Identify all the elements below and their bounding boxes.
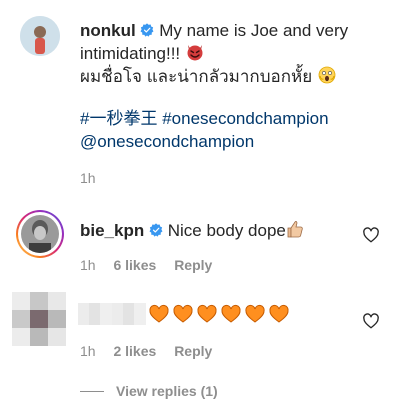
verified-badge-icon [140, 23, 154, 37]
comment-2-reply-button[interactable]: Reply [174, 343, 212, 359]
thumbs-up-emoji [287, 221, 303, 238]
comment-2-text [148, 304, 290, 324]
comment-2-username-blurred[interactable] [78, 303, 146, 325]
comment-1-reply-button[interactable]: Reply [174, 257, 212, 273]
orange-heart-emoji [149, 304, 289, 323]
hashtags-line: #一秒拳王 #onesecondchampion [80, 108, 400, 130]
caption-line-3: ผมชื่อโจ และน่ากลัวมากบอกหั้ย [80, 67, 313, 86]
comment-2-like-heart-icon[interactable] [362, 312, 380, 330]
comment-2-author-avatar[interactable] [12, 292, 66, 346]
comment-1-body: bie_kpn Nice body dope [80, 219, 370, 242]
view-replies-divider [80, 391, 104, 392]
comment-2-meta: 1h 2 likes Reply [80, 343, 212, 359]
comment-1-like-heart-icon[interactable] [362, 226, 380, 244]
caption-line-1: My name is Joe and very [159, 21, 349, 40]
hashtag-yimiaoquanwang[interactable]: #一秒拳王 [80, 109, 157, 128]
caption-line-2: intimidating!!! [80, 44, 181, 63]
comment-1-likes[interactable]: 6 likes [113, 257, 156, 273]
post-caption: nonkul My name is Joe and very intimidat… [80, 20, 396, 88]
post-author-username[interactable]: nonkul [80, 21, 136, 40]
comment-2-likes[interactable]: 2 likes [113, 343, 156, 359]
view-replies-button[interactable]: View replies (1) [116, 383, 218, 399]
verified-badge-icon [149, 223, 163, 237]
comment-author-avatar-ring[interactable] [16, 210, 64, 258]
smiling-devil-emoji [187, 45, 203, 61]
face-screaming-emoji [318, 66, 336, 84]
comment-1-text: Nice body dope [167, 221, 286, 240]
hashtag-onesecondchampion[interactable]: #onesecondchampion [162, 109, 328, 128]
comment-author-avatar [21, 215, 59, 253]
mention-onesecondchampion[interactable]: @onesecondchampion [80, 131, 254, 153]
comment-1-meta: 1h 6 likes Reply [80, 257, 212, 273]
post-author-avatar[interactable] [20, 16, 60, 56]
comment-1-username[interactable]: bie_kpn [80, 221, 144, 240]
comment-2-time[interactable]: 1h [80, 343, 96, 359]
post-timestamp[interactable]: 1h [80, 170, 96, 186]
comment-1-time[interactable]: 1h [80, 257, 96, 273]
